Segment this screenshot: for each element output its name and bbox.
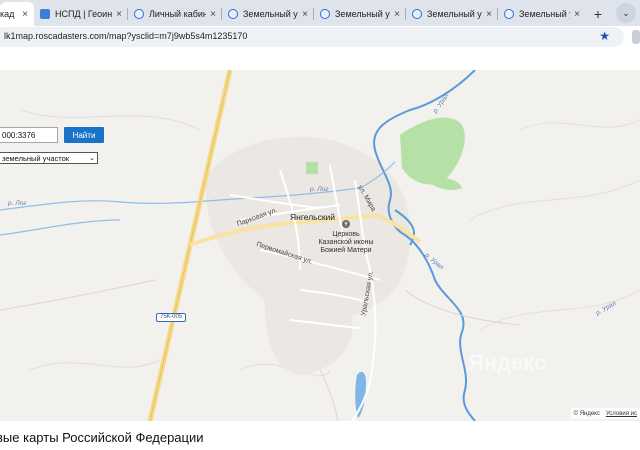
close-icon[interactable]: × [22,9,28,20]
profile-button[interactable] [632,30,640,44]
tab-cadastre[interactable]: кад × [0,2,34,26]
globe-icon [228,9,238,19]
url-text: lk1map.roscadasters.com/map?ysclid=m7j9w… [4,31,248,41]
terms-link[interactable]: Условия ис [606,411,637,417]
close-icon[interactable]: × [302,9,308,20]
tab-land-plot-4[interactable]: Земельный уча × [498,2,586,26]
close-icon[interactable]: × [394,9,400,20]
address-bar[interactable]: lk1map.roscadasters.com/map?ysclid=m7j9w… [0,27,624,47]
page-heading: вые карты Российской Федерации [0,430,204,445]
globe-icon [504,9,514,19]
globe-icon [320,9,330,19]
tab-label: Земельный уча [519,9,570,19]
road-shield: 75К-005 [156,313,187,322]
tab-label: кад [0,9,15,19]
tab-label: Земельный учас [243,9,298,19]
tab-strip: кад × НСПД | Геоинфо × Личный кабине × З… [0,0,640,26]
page-content: р. Лог р. Лог р. Урал р. Урал р. Урал Ян… [0,48,640,450]
bookmark-star-icon[interactable]: ★ [599,29,610,43]
chevron-down-icon: ⌄ [89,155,95,162]
tab-search-button[interactable]: ⌄ [616,3,636,23]
tab-personal-cabinet[interactable]: Личный кабине × [128,2,222,26]
river-label: р. Лог [8,200,27,207]
tab-nspd[interactable]: НСПД | Геоинфо × [34,2,128,26]
close-icon[interactable]: × [210,9,216,20]
document-icon [40,9,50,19]
tab-label: Земельный уча [427,9,482,19]
globe-icon [134,9,144,19]
map-watermark: Яндекс [468,350,547,375]
browser-toolbar: lk1map.roscadasters.com/map?ysclid=m7j9w… [0,26,640,48]
globe-icon [412,9,422,19]
poi-line: Божией Матери [320,247,372,254]
attribution-text: © Яндекс [573,410,600,417]
tab-land-plot-3[interactable]: Земельный уча × [406,2,498,26]
close-icon[interactable]: × [116,9,122,20]
map-attribution: © Яндекс Условия ис [570,408,640,419]
town-label: Янгельский [290,212,336,222]
map-view[interactable]: р. Лог р. Лог р. Урал р. Урал р. Урал Ян… [0,70,640,421]
tab-land-plot-2[interactable]: Земельный уча × [314,2,406,26]
close-icon[interactable]: × [486,9,492,20]
poi-line: Церковь [332,231,360,238]
river-label: р. Лог [310,186,329,193]
selected-type: земельный участок [2,153,70,163]
new-tab-button[interactable]: + [586,2,610,26]
close-icon[interactable]: × [574,9,580,20]
church-label: Церковь Казанской иконы Божией Матери [313,231,379,255]
poi-line: Казанской иконы [318,239,374,246]
tab-label: Личный кабине [149,9,207,19]
church-icon[interactable]: ✝ [342,220,350,228]
object-type-select[interactable]: земельный участок ⌄ [0,152,98,164]
find-button[interactable]: Найти [64,127,104,143]
tab-label: Земельный уча [335,9,390,19]
chevron-down-icon: ⌄ [622,7,630,18]
tab-land-plot-1[interactable]: Земельный учас × [222,2,314,26]
cadastral-number-input[interactable] [0,127,58,143]
tab-label: НСПД | Геоинфо [55,9,113,19]
